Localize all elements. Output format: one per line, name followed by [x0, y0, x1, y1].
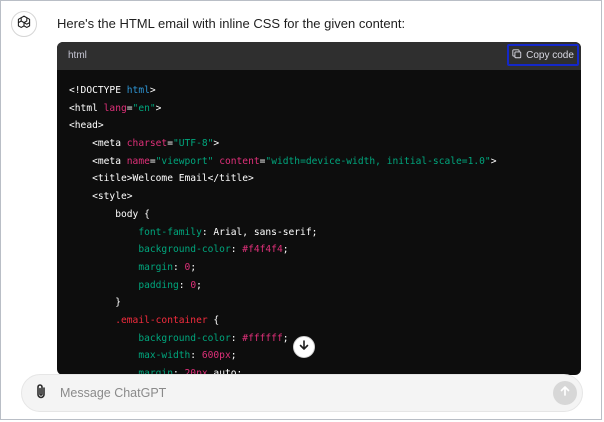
code-line: <meta charset="UTF-8">	[69, 135, 581, 153]
code-token: .email-container	[115, 314, 208, 326]
code-line: <meta name="viewport" content="width=dev…	[69, 153, 581, 171]
message-composer	[21, 374, 583, 412]
code-token: <head>	[69, 120, 104, 132]
code-line: background-color: #ffffff;	[69, 330, 581, 348]
code-line: <head>	[69, 117, 581, 135]
attach-file-button[interactable]	[32, 383, 50, 404]
code-line: .email-container {	[69, 312, 581, 330]
code-block-header: html Copy code	[57, 42, 581, 70]
code-token: "viewport"	[155, 155, 214, 167]
code-line: <html lang="en">	[69, 100, 581, 118]
code-token: ;	[230, 350, 237, 362]
code-token: #ffffff	[242, 332, 283, 344]
code-token: ;	[282, 244, 289, 256]
code-token: >	[213, 138, 220, 150]
code-token: font-family	[138, 226, 202, 238]
copy-code-label: Copy code	[526, 49, 574, 61]
code-token: body {	[69, 208, 150, 220]
code-token: ;	[196, 279, 202, 291]
code-token: <!DOCTYPE	[69, 85, 127, 96]
openai-logo-icon	[16, 14, 32, 35]
code-line: margin: 0;	[69, 259, 581, 277]
code-token: max-width	[138, 350, 191, 362]
code-language-label: html	[68, 50, 87, 61]
code-token: >	[149, 85, 156, 96]
code-token: "UTF-8"	[172, 138, 214, 150]
code-token: padding	[138, 279, 179, 291]
code-content: <!DOCTYPE html> <html lang="en"> <head> <m…	[57, 70, 581, 375]
code-token: #f4f4f4	[242, 244, 283, 256]
code-token: <style>	[69, 191, 133, 203]
code-token: >	[155, 102, 162, 114]
code-token: :	[178, 279, 191, 291]
code-token: margin	[138, 261, 173, 273]
code-token: background-color	[138, 332, 231, 344]
code-token: :	[190, 350, 202, 362]
code-token: :	[230, 244, 243, 256]
code-token: 600px	[201, 350, 231, 362]
code-token: content	[219, 155, 260, 167]
code-line: }	[69, 294, 581, 312]
send-message-button[interactable]	[553, 381, 577, 405]
assistant-message-intro: Here's the HTML email with inline CSS fo…	[57, 16, 406, 31]
code-token: <title>Welcome Email</title>	[69, 173, 254, 185]
code-line: <title>Welcome Email</title>	[69, 170, 581, 188]
paperclip-icon	[34, 383, 48, 404]
code-token: <meta	[69, 155, 127, 167]
code-token: lang	[103, 102, 127, 114]
message-input[interactable]	[60, 384, 520, 402]
code-token: {	[207, 314, 220, 326]
copy-code-button[interactable]: Copy code	[507, 44, 579, 66]
scroll-to-bottom-button[interactable]	[293, 336, 315, 358]
copy-icon	[512, 48, 522, 62]
code-token: : Arial, sans-serif;	[201, 226, 318, 238]
arrow-down-icon	[298, 338, 310, 356]
code-block: html Copy code <!DOCTYPE html> <html lang…	[57, 42, 581, 375]
code-line: background-color: #f4f4f4;	[69, 241, 581, 259]
arrow-up-icon	[559, 384, 571, 402]
code-token: charset	[126, 138, 168, 150]
code-line: padding: 0;	[69, 277, 581, 295]
code-token: html	[126, 85, 150, 96]
code-line: font-family: Arial, sans-serif;	[69, 224, 581, 242]
assistant-avatar	[11, 11, 37, 37]
code-token: >	[490, 155, 497, 167]
code-token: "en"	[132, 102, 156, 114]
code-token: <meta	[69, 138, 127, 150]
code-line: max-width: 600px;	[69, 347, 581, 365]
code-line: <!DOCTYPE html>	[69, 82, 581, 100]
code-token: :	[172, 261, 185, 273]
code-token: "width=device-width, initial-scale=1.0"	[265, 155, 491, 167]
code-token: ;	[190, 261, 197, 273]
code-token: }	[69, 297, 121, 309]
code-line: <style>	[69, 188, 581, 206]
code-line: body {	[69, 206, 581, 224]
code-token: ;	[282, 332, 289, 344]
code-token: :	[230, 332, 243, 344]
code-token: <html	[69, 102, 104, 114]
code-token: background-color	[138, 244, 231, 256]
chat-window: Here's the HTML email with inline CSS fo…	[0, 0, 602, 420]
code-token: name	[126, 155, 150, 167]
